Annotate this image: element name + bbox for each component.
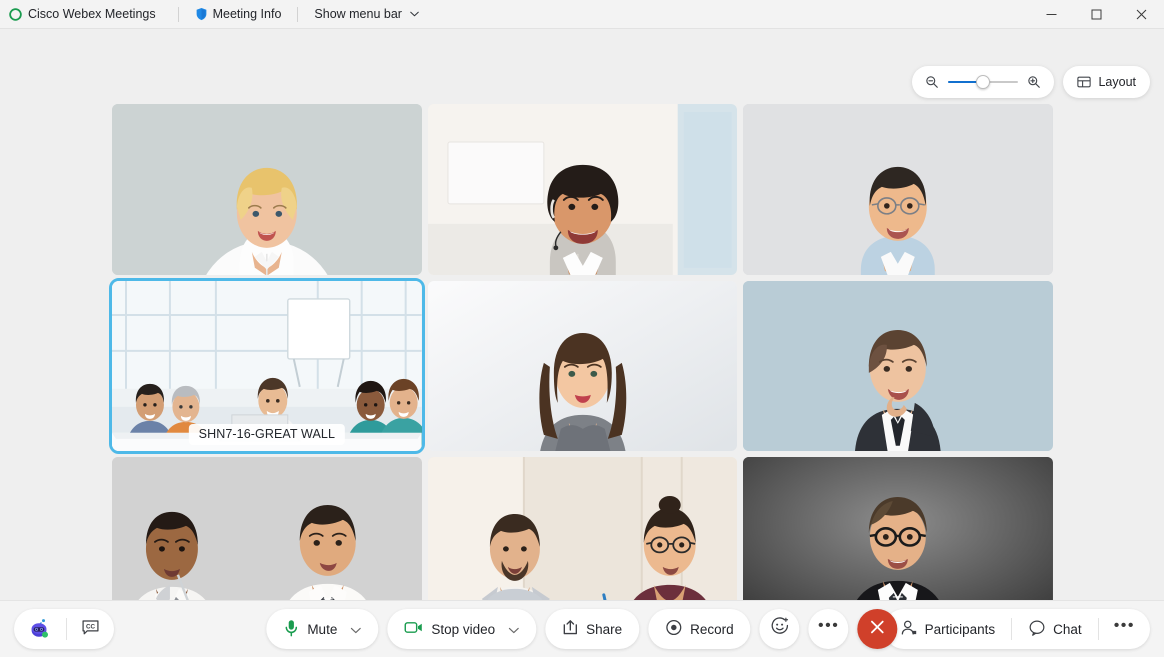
toolbar-right-group: Participants Chat ••• (883, 609, 1150, 649)
more-options-button[interactable]: ••• (808, 609, 849, 649)
video-tile[interactable] (427, 280, 738, 452)
layout-label: Layout (1098, 75, 1136, 89)
stage-top-controls: Layout (912, 66, 1150, 98)
participants-button[interactable]: Participants (884, 609, 1012, 649)
shield-icon (195, 7, 208, 21)
toolbar-center-group: Mute Stop video Share Record ••• (266, 609, 898, 649)
chat-label: Chat (1053, 621, 1082, 637)
participant-name-label: SHN7-16-GREAT WALL (188, 424, 345, 446)
meeting-info-button[interactable]: Meeting Info (191, 7, 286, 21)
chevron-down-icon (407, 11, 419, 17)
video-tile-active-speaker[interactable]: SHN7-16-GREAT WALL (109, 277, 425, 455)
record-circle-icon (665, 619, 682, 639)
meeting-toolbar: CC Mute Stop video Share Record ••• Part… (0, 600, 1164, 657)
mute-button[interactable]: Mute (266, 609, 379, 649)
title-bar-left: Cisco Webex Meetings Meeting Info Show m… (0, 0, 423, 28)
participants-person-icon (900, 619, 918, 640)
record-button[interactable]: Record (648, 609, 751, 649)
zoom-in-icon[interactable] (1027, 75, 1041, 89)
participants-label: Participants (924, 621, 996, 637)
video-stage: Layout SHN7-16-GREAT WALL (0, 29, 1164, 628)
assistant-captions-group: CC (14, 609, 114, 649)
video-options-chevron-down-icon[interactable] (508, 622, 519, 637)
show-menu-bar-label: Show menu bar (314, 7, 402, 21)
video-tile[interactable] (112, 104, 422, 275)
end-meeting-button[interactable] (857, 609, 898, 649)
smiley-reaction-icon (770, 617, 789, 641)
layout-button[interactable]: Layout (1063, 66, 1150, 98)
zoom-slider[interactable] (948, 75, 1019, 89)
divider (297, 6, 299, 22)
more-options-icon: ••• (818, 617, 840, 634)
show-menu-bar-button[interactable]: Show menu bar (310, 7, 423, 21)
video-tile[interactable] (743, 104, 1053, 275)
webex-assistant-robot-icon (28, 616, 52, 643)
webex-assistant-button[interactable] (14, 609, 66, 649)
webex-logo-icon (9, 7, 22, 21)
window-controls (1029, 0, 1164, 29)
share-label: Share (586, 621, 623, 637)
more-options-icon: ••• (1113, 617, 1135, 634)
share-button[interactable]: Share (545, 609, 640, 649)
mute-options-chevron-down-icon[interactable] (350, 622, 361, 637)
maximize-button[interactable] (1074, 0, 1119, 29)
microphone-icon (283, 619, 299, 640)
chat-button[interactable]: Chat (1012, 609, 1098, 649)
record-label: Record (690, 621, 734, 637)
stop-video-label: Stop video (431, 621, 496, 637)
video-camera-icon (404, 620, 423, 638)
toolbar-left-group: CC (14, 609, 114, 649)
close-icon (870, 619, 886, 640)
mute-label: Mute (307, 621, 338, 637)
close-button[interactable] (1119, 0, 1164, 29)
participant-grid: SHN7-16-GREAT WALL (109, 104, 1053, 628)
svg-text:CC: CC (86, 623, 96, 630)
webex-meetings-window: Cisco Webex Meetings Meeting Info Show m… (0, 0, 1164, 657)
zoom-slider-handle[interactable] (976, 75, 991, 89)
share-upload-icon (562, 619, 578, 639)
chat-bubble-icon (1028, 619, 1046, 640)
zoom-control[interactable] (912, 66, 1055, 98)
meeting-info-label: Meeting Info (212, 7, 282, 21)
app-title: Cisco Webex Meetings (9, 0, 166, 28)
zoom-out-icon[interactable] (925, 75, 939, 89)
video-tile[interactable] (427, 104, 738, 275)
panels-more-options-button[interactable]: ••• (1099, 609, 1150, 649)
minimize-button[interactable] (1029, 0, 1074, 29)
video-tile[interactable] (743, 280, 1053, 452)
divider (177, 6, 179, 22)
panels-group: Participants Chat ••• (883, 609, 1150, 649)
app-title-text: Cisco Webex Meetings (28, 7, 156, 21)
stop-video-button[interactable]: Stop video (387, 609, 537, 649)
reactions-button[interactable] (759, 609, 800, 649)
closed-captions-icon: CC (81, 618, 100, 640)
closed-captions-button[interactable]: CC (67, 609, 114, 649)
title-bar: Cisco Webex Meetings Meeting Info Show m… (0, 0, 1164, 29)
grid-layout-icon (1077, 75, 1092, 89)
